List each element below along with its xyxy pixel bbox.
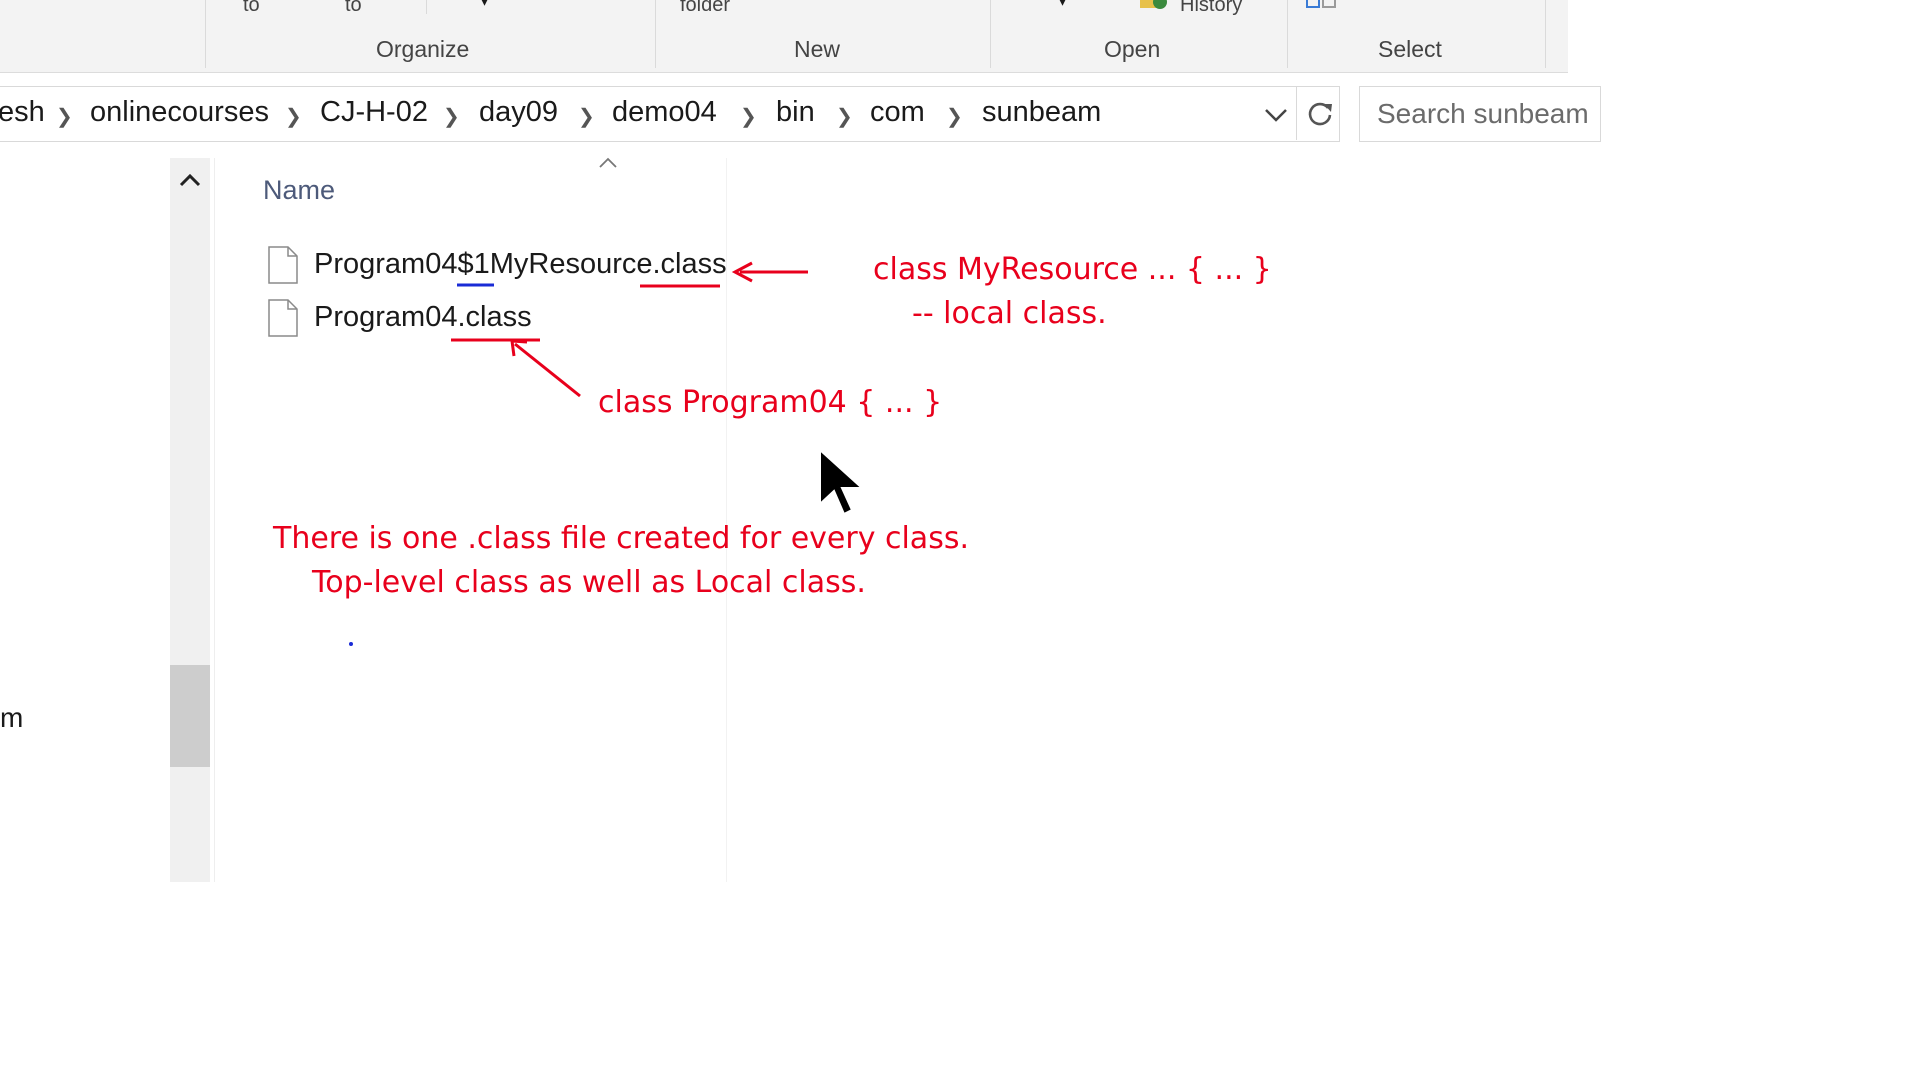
annotation-local-class-2: -- local class. [912,296,1107,331]
annotation-note-1: There is one .class file created for eve… [273,521,969,556]
annotation-ink [349,261,808,646]
annotation-local-class-1: class MyResource ... { ... } [873,252,1272,287]
arrow-to-top-class [514,342,581,398]
annotation-note-2: Top-level class as well as Local class. [312,565,866,600]
ink-dot [349,642,353,646]
annotation-top-class: class Program04 { ... } [598,385,943,420]
mouse-cursor-icon [818,447,870,518]
